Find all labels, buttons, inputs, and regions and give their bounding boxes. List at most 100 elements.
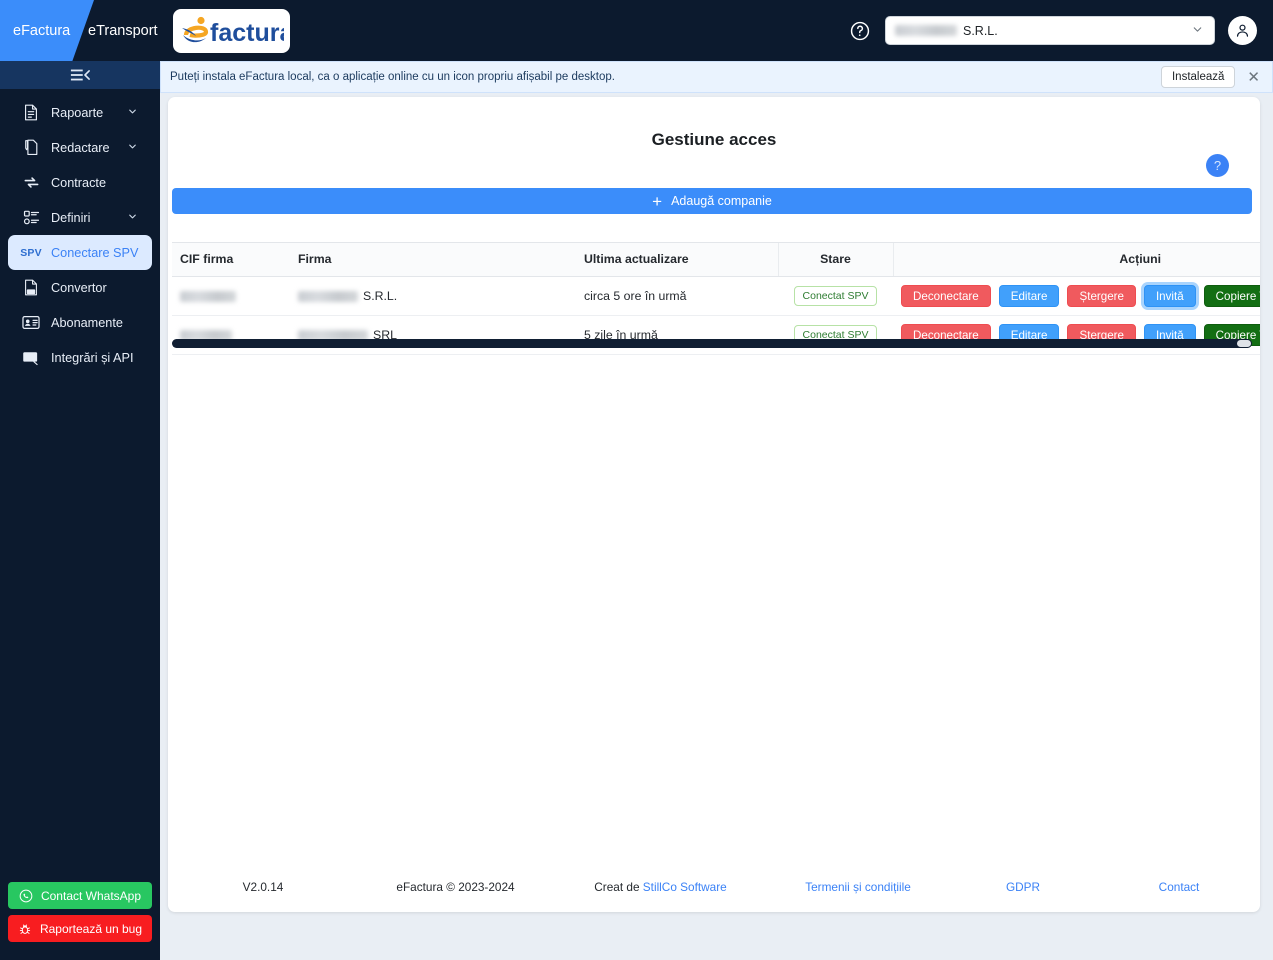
- sidebar-item-abonamente[interactable]: Abonamente: [0, 305, 160, 340]
- whatsapp-icon: [19, 889, 33, 903]
- footer-created-prefix: Creat de: [594, 880, 643, 894]
- spv-icon: SPV: [20, 244, 42, 262]
- efactura-logo[interactable]: factura: [173, 8, 290, 53]
- sidebar-item-label: Integrări și API: [51, 350, 134, 365]
- content-card: Gestiune acces ? + Adaugă companie CIF f…: [168, 97, 1260, 912]
- chevron-down-icon: [127, 106, 138, 120]
- sidebar-item-definiri[interactable]: Definiri: [0, 200, 160, 235]
- add-company-label: Adaugă companie: [671, 194, 772, 208]
- list-settings-icon: [22, 209, 40, 227]
- app-vertical-scrollbar[interactable]: [1265, 93, 1273, 960]
- sidebar-item-label: Convertor: [51, 280, 107, 295]
- api-icon: API: [22, 349, 40, 367]
- column-header-firma: Firma: [290, 242, 576, 277]
- footer-terms-cell: Termenii și condițiile: [768, 880, 948, 894]
- sidebar: Rapoarte Redactare Contracte Definiri SP…: [0, 61, 160, 960]
- pdf-convert-icon: PDF: [22, 279, 40, 297]
- edit-document-icon: [22, 139, 40, 157]
- sidebar-item-contracte[interactable]: Contracte: [0, 165, 160, 200]
- sidebar-collapse-button[interactable]: [0, 61, 160, 89]
- sidebar-item-label: Conectare SPV: [51, 245, 139, 260]
- footer-stillco-link[interactable]: StillCo Software: [643, 880, 727, 894]
- tab-etransport[interactable]: eTransport: [88, 0, 158, 61]
- footer-version: V2.0.14: [242, 880, 284, 894]
- deconectare-button[interactable]: Deconectare: [901, 285, 991, 307]
- cell-cif: [172, 315, 290, 355]
- install-banner: Puteți instala eFactura local, ca o apli…: [160, 61, 1273, 93]
- report-bug-label: Raportează un bug: [39, 921, 143, 936]
- close-icon[interactable]: ✕: [1247, 70, 1260, 85]
- chevron-down-icon: [1191, 23, 1204, 39]
- app-tabs: eFactura eTransport: [0, 0, 168, 61]
- company-selector[interactable]: S.R.L.: [885, 16, 1215, 45]
- logo-graphic: factura: [181, 16, 284, 47]
- tab-etransport-label: eTransport: [88, 22, 158, 39]
- user-icon: [1236, 24, 1249, 37]
- add-company-button[interactable]: + Adaugă companie: [172, 188, 1252, 214]
- install-banner-text: Puteți instala eFactura local, ca o apli…: [170, 71, 615, 83]
- svg-text:PDF: PDF: [27, 290, 35, 294]
- table-header-row: CIF firma Firma Ultima actualizare Stare…: [172, 242, 1260, 277]
- contact-whatsapp-label: Contact WhatsApp: [40, 888, 142, 903]
- id-card-icon: [22, 314, 40, 332]
- collapse-menu-icon: [70, 69, 90, 81]
- footer-terms-link[interactable]: Termenii și condițiile: [805, 880, 911, 894]
- sidebar-item-label: Rapoarte: [51, 105, 104, 120]
- column-header-ultima-actualizare: Ultima actualizare: [576, 242, 778, 277]
- table-row[interactable]: SRL 5 zile în urmă Conectat SPV Deconect…: [172, 315, 1260, 355]
- stergere-button[interactable]: Ștergere: [1067, 285, 1136, 307]
- sidebar-item-label: Contracte: [51, 175, 107, 190]
- firma-suffix: S.R.L.: [363, 289, 398, 303]
- footer-gdpr-link[interactable]: GDPR: [1006, 880, 1040, 894]
- cell-ultima-actualizare: 5 zile în urmă: [576, 315, 778, 355]
- cell-stare: Conectat SPV: [778, 315, 893, 355]
- footer-contact-link[interactable]: Contact: [1159, 880, 1200, 894]
- footer-gdpr-cell: GDPR: [948, 880, 1098, 894]
- sidebar-item-label: Abonamente: [51, 315, 123, 330]
- sidebar-item-redactare[interactable]: Redactare: [0, 130, 160, 165]
- sidebar-item-conectare-spv[interactable]: SPV Conectare SPV: [8, 235, 152, 270]
- copiere-token-acces-button[interactable]: Copiere Token Acces: [1203, 285, 1260, 307]
- cell-firma: SRL: [290, 315, 576, 355]
- company-name-redacted: [895, 25, 957, 36]
- report-bug-button[interactable]: Raportează un bug: [8, 915, 152, 942]
- chevron-down-icon: [127, 211, 138, 225]
- table-head: CIF firma Firma Ultima actualizare Stare…: [172, 242, 1260, 277]
- main-content: Gestiune acces ? + Adaugă companie CIF f…: [160, 93, 1273, 960]
- invita-button[interactable]: Invită: [1143, 285, 1196, 307]
- contact-whatsapp-button[interactable]: Contact WhatsApp: [8, 882, 152, 909]
- help-badge-label: ?: [1213, 158, 1222, 173]
- sidebar-item-rapoarte[interactable]: Rapoarte: [0, 95, 160, 130]
- cif-redacted: [180, 291, 236, 303]
- sidebar-item-convertor[interactable]: PDF Convertor: [0, 270, 160, 305]
- avatar[interactable]: [1228, 16, 1257, 45]
- sync-contract-icon: [22, 174, 40, 192]
- spv-icon-label: SPV: [20, 246, 42, 259]
- page-title: Gestiune acces: [651, 130, 777, 149]
- cell-cif: [172, 276, 290, 316]
- install-button[interactable]: Instalează: [1160, 66, 1236, 88]
- report-icon: [22, 104, 40, 122]
- sidebar-item-integrari-api[interactable]: API Integrări și API: [0, 340, 160, 375]
- help-badge-button[interactable]: ?: [1206, 154, 1229, 177]
- question-circle-icon[interactable]: [849, 20, 871, 42]
- footer-created-by: Creat de StillCo Software: [553, 880, 768, 894]
- table-row[interactable]: S.R.L. circa 5 ore în urmă Conectat SPV …: [172, 276, 1260, 316]
- chevron-down-icon: [127, 141, 138, 155]
- column-header-cif: CIF firma: [172, 242, 290, 277]
- svg-text:API: API: [26, 355, 35, 361]
- editare-button[interactable]: Editare: [998, 285, 1060, 307]
- sidebar-footer-buttons: Contact WhatsApp Raportează un bug: [8, 882, 152, 942]
- cell-ultima-actualizare: circa 5 ore în urmă: [576, 276, 778, 316]
- footer-contact-cell: Contact: [1098, 880, 1260, 894]
- tab-efactura[interactable]: eFactura: [0, 0, 94, 61]
- plus-icon: +: [652, 191, 663, 211]
- status-badge: Conectat SPV: [793, 286, 878, 306]
- action-buttons: Deconectare Editare Ștergere Invită Copi…: [901, 285, 1260, 307]
- sidebar-nav: Rapoarte Redactare Contracte Definiri SP…: [0, 89, 160, 375]
- bug-icon: [18, 922, 32, 936]
- scrollbar-thumb[interactable]: [1237, 340, 1251, 347]
- table-horizontal-scrollbar[interactable]: [172, 339, 1252, 348]
- svg-text:factura: factura: [210, 19, 284, 47]
- top-bar: eFactura eTransport factura S.R.L.: [0, 0, 1273, 61]
